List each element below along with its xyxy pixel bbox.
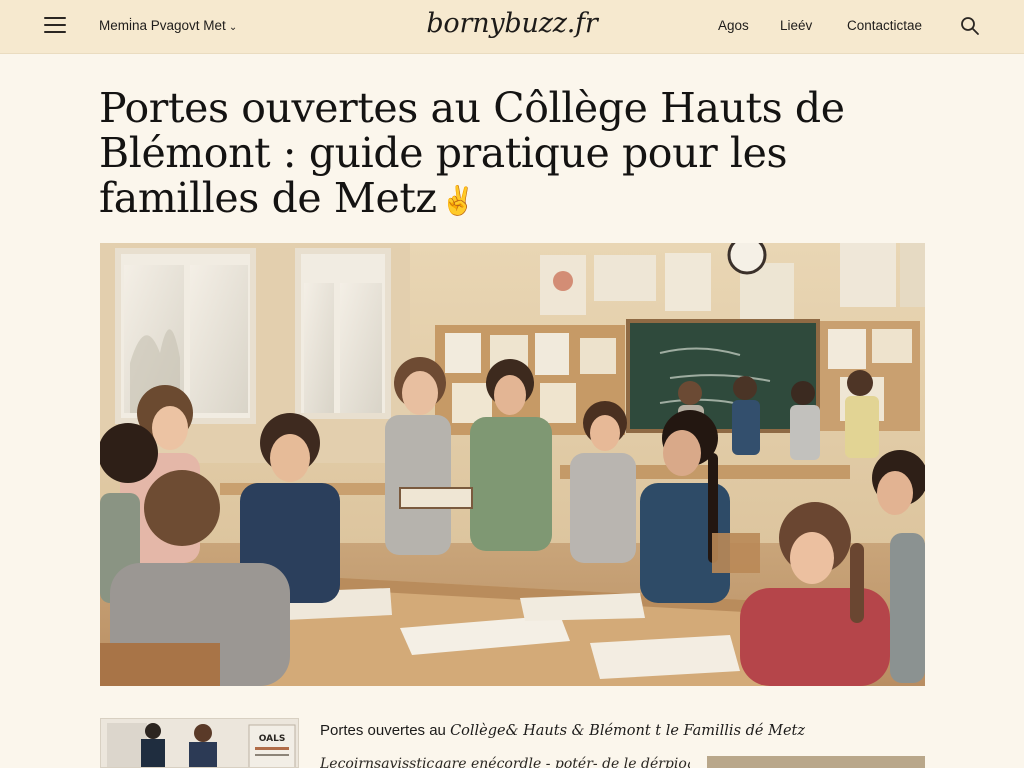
related-title-italic: Collège& Hauts & Blémont t le Famillis d… [450,723,805,739]
thumbnail-sign-text: OALS [259,734,286,744]
site-header: Memi̇na Pvagovt Met ⌄ bornybuzz.fr Agos L… [0,0,1024,54]
related-thumbnail-image: OALS [101,719,298,767]
classroom-illustration [100,243,925,686]
search-icon[interactable] [960,16,980,36]
nav-link-contact[interactable]: Contactictae [847,18,922,33]
related-thumbnail[interactable]: OALS [100,718,299,768]
hero-image [100,243,925,686]
article-title: Portes ouvertes au Côllège Hauts de Blém… [99,86,859,223]
nav-link-liees[interactable]: Lieév [780,18,812,33]
related-excerpt: Lecoirnsavissticgare enécordle - potér- … [320,756,690,768]
related-thumbnail-right[interactable] [707,756,925,768]
nav-link-agos[interactable]: Agos [718,18,749,33]
related-title[interactable]: Portes ouvertes au Collège& Hauts & Blém… [320,722,840,739]
hand-icon: ✌ [440,184,476,217]
main-nav: Agos Lieév Contactictae [0,18,1024,38]
related-title-plain: Portes ouvertes au [320,722,451,739]
